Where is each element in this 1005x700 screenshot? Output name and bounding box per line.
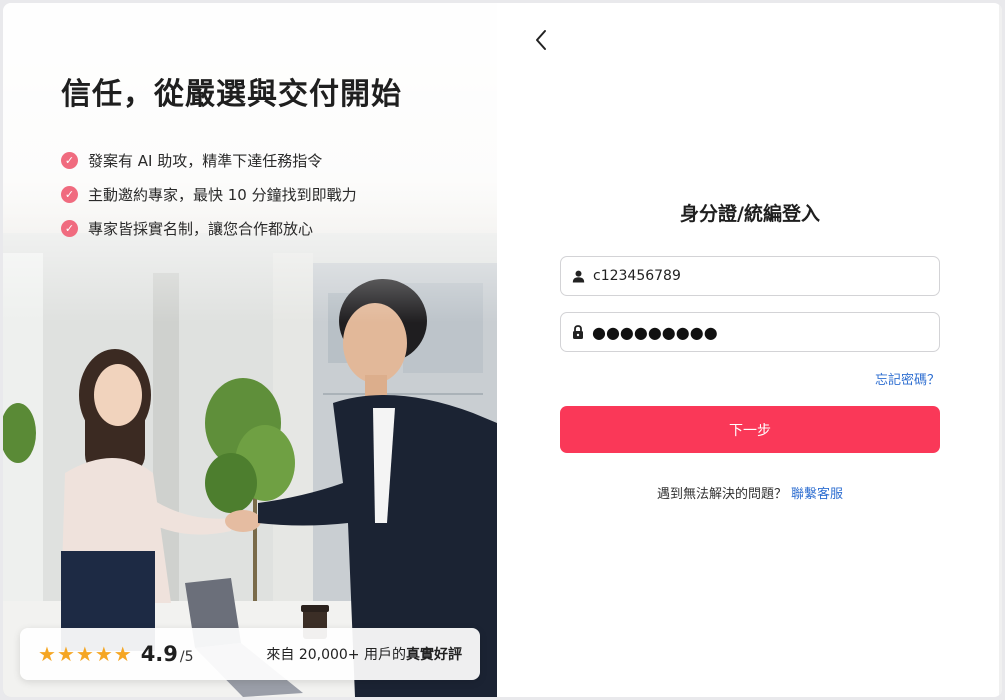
lock-icon xyxy=(573,325,583,339)
feature-text: 主動邀約專家，最快 10 分鐘找到即戰力 xyxy=(88,185,357,204)
feature-text: 專家皆採實名制，讓您合作都放心 xyxy=(88,219,314,238)
promo-panel: 信任，從嚴選與交付開始 ✓ 發案有 AI 助攻，精準下達任務指令 ✓ 主動邀約專… xyxy=(3,3,497,697)
rating-score: 4.9 xyxy=(140,642,178,666)
feature-item: ✓ 專家皆採實名制，讓您合作都放心 xyxy=(61,211,357,245)
review-prefix: 來自 20,000+ 用戶的 xyxy=(266,647,406,663)
login-dialog: 信任，從嚴選與交付開始 ✓ 發案有 AI 助攻，精準下達任務指令 ✓ 主動邀約專… xyxy=(3,3,1002,697)
review-emphasis: 真實好評 xyxy=(406,647,462,663)
user-icon xyxy=(572,270,585,282)
check-circle-icon: ✓ xyxy=(61,219,78,237)
rating-max: /5 xyxy=(179,649,194,665)
review-summary: 來自 20,000+ 用戶的真實好評 xyxy=(266,644,462,664)
rating-card: ★ ★ ★ ★ ★ 4.9 /5 來自 20,000+ 用戶的真實好評 xyxy=(20,628,480,680)
promo-headline: 信任，從嚴選與交付開始 xyxy=(61,77,402,112)
forgot-password-link[interactable]: 忘記密碼？ xyxy=(760,369,940,388)
star-icon: ★ xyxy=(113,642,132,666)
chevron-left-icon xyxy=(536,30,546,50)
contact-support-link[interactable]: 聯繫客服 xyxy=(791,487,843,502)
help-text: 遇到無法解決的問題？ xyxy=(656,487,787,502)
back-button[interactable] xyxy=(529,27,553,53)
next-button[interactable]: 下一步 xyxy=(560,406,940,453)
login-title: 身分證/統編登入 xyxy=(680,203,820,225)
star-icon: ★ xyxy=(75,642,94,666)
star-icon: ★ xyxy=(38,642,56,666)
rating-stars: ★ ★ ★ ★ ★ xyxy=(38,644,133,664)
check-circle-icon: ✓ xyxy=(61,185,78,203)
feature-item: ✓ 主動邀約專家，最快 10 分鐘找到即戰力 xyxy=(61,177,357,211)
star-icon: ★ xyxy=(56,642,75,666)
feature-list: ✓ 發案有 AI 助攻，精準下達任務指令 ✓ 主動邀約專家，最快 10 分鐘找到… xyxy=(61,143,357,245)
help-line: 遇到無法解決的問題？ 聯繫客服 xyxy=(560,483,940,502)
scrollbar[interactable] xyxy=(999,3,1002,697)
id-field[interactable] xyxy=(560,256,940,296)
check-circle-icon: ✓ xyxy=(61,151,78,169)
feature-text: 發案有 AI 助攻，精準下達任務指令 xyxy=(88,151,323,170)
feature-item: ✓ 發案有 AI 助攻，精準下達任務指令 xyxy=(61,143,357,177)
star-icon: ★ xyxy=(94,642,113,666)
id-input[interactable] xyxy=(593,268,913,284)
password-input[interactable]: ●●●●●●●●● xyxy=(592,323,718,342)
password-field[interactable]: ●●●●●●●●● xyxy=(560,312,940,352)
